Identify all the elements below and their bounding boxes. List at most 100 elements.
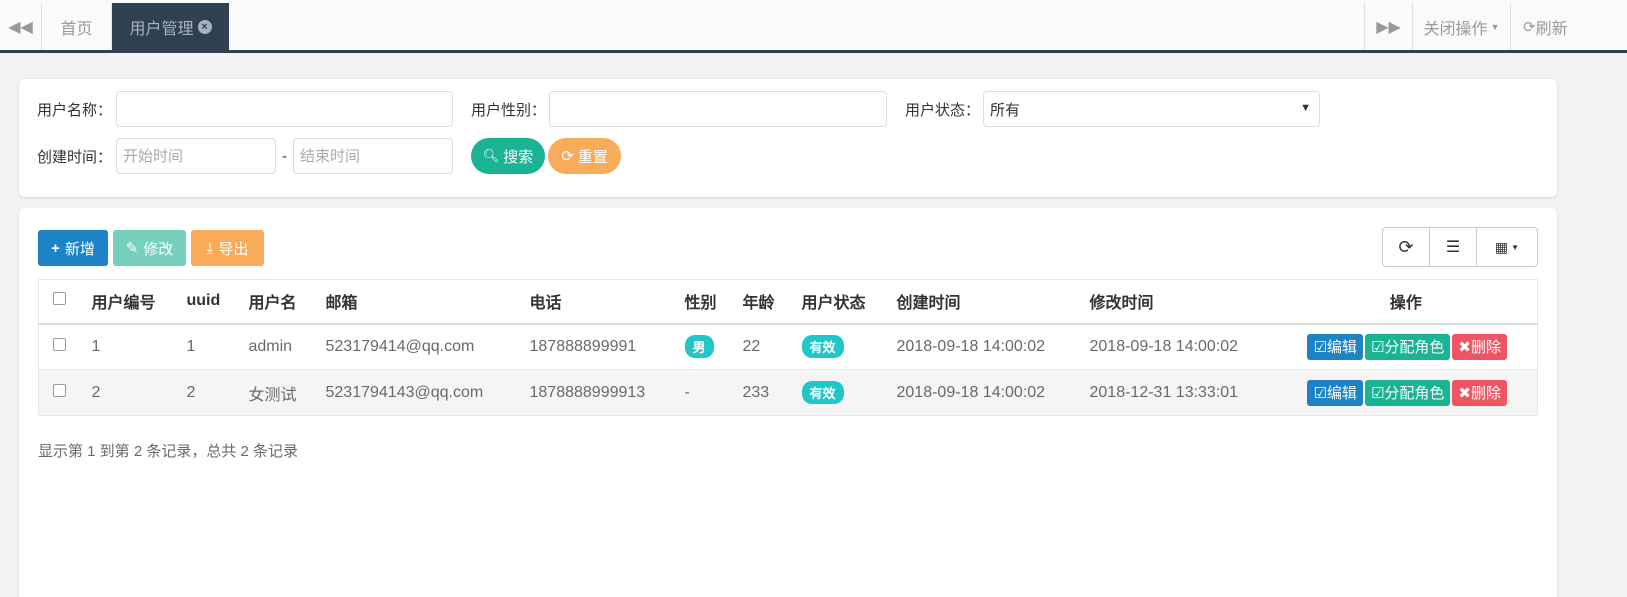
assign-role-button[interactable]: ☑ 分配角色 bbox=[1364, 333, 1451, 360]
refresh-icon: ⟳ bbox=[1398, 236, 1414, 257]
col-uuid[interactable]: uuid bbox=[178, 279, 241, 325]
row-checkbox[interactable] bbox=[53, 383, 66, 397]
refresh-icon: ⟳ bbox=[561, 148, 574, 165]
col-gender[interactable]: 性别 bbox=[676, 279, 735, 325]
end-time-input[interactable] bbox=[293, 138, 453, 174]
assign-role-button[interactable]: ☑ 分配角色 bbox=[1364, 379, 1451, 406]
row-delete-button[interactable]: ✖ 删除 bbox=[1452, 379, 1507, 406]
double-left-icon: ◀◀ bbox=[8, 18, 33, 36]
close-ops-label: 关闭操作 bbox=[1423, 20, 1488, 38]
col-age[interactable]: 年龄 bbox=[734, 279, 794, 325]
toggle-view-button[interactable]: ☰ bbox=[1430, 228, 1477, 266]
created-label: 创建时间： bbox=[37, 149, 113, 166]
caret-down-icon: ▼ bbox=[1490, 21, 1500, 32]
cell-status: 有效 bbox=[793, 323, 889, 370]
cell-email: 5231794143@qq.com bbox=[317, 369, 522, 416]
assign-role-label: 分配角色 bbox=[1384, 339, 1445, 357]
cell-modified: 2018-12-31 13:33:01 bbox=[1081, 369, 1275, 416]
cell-actions: ☑ 编辑 ☑ 分配角色 ✖ 删除 bbox=[1274, 369, 1538, 416]
cell-phone: 187888899991 bbox=[521, 323, 677, 370]
row-edit-label: 编辑 bbox=[1326, 339, 1357, 357]
col-modified[interactable]: 修改时间 bbox=[1081, 279, 1275, 325]
scroll-left-button[interactable]: ◀◀ bbox=[0, 3, 42, 50]
add-label: 新增 bbox=[64, 240, 95, 258]
col-phone[interactable]: 电话 bbox=[521, 279, 677, 325]
refresh-table-button[interactable]: ⟳ bbox=[1383, 228, 1430, 266]
status-select[interactable]: 所有 ▼ bbox=[983, 91, 1320, 127]
cell-username: 女测试 bbox=[240, 369, 318, 416]
date-range-dash: - bbox=[282, 148, 287, 165]
table-tools: ⟳ ☰ ▦ ▼ bbox=[1382, 227, 1538, 267]
cell-actions: ☑ 编辑 ☑ 分配角色 ✖ 删除 bbox=[1274, 323, 1538, 370]
select-all-checkbox[interactable] bbox=[53, 292, 66, 306]
search-icon: 🔍︎ bbox=[482, 148, 500, 163]
remove-icon: ✖ bbox=[1458, 384, 1471, 402]
refresh-icon: ⟳ bbox=[1523, 18, 1536, 36]
edit-label: 修改 bbox=[143, 240, 174, 258]
tab-home[interactable]: 首页 bbox=[42, 3, 112, 50]
cell-id: 2 bbox=[83, 369, 179, 416]
cell-id: 1 bbox=[83, 323, 179, 370]
export-button[interactable]: ⤓ 导出 bbox=[191, 230, 264, 266]
tab-user-management[interactable]: 用户管理 × bbox=[112, 3, 229, 50]
cell-created: 2018-09-18 14:00:02 bbox=[888, 369, 1082, 416]
export-label: 导出 bbox=[218, 240, 249, 258]
table-panel: + 新增 ✎ 修改 ⤓ 导出 ⟳ ☰ ▦ ▼ 用户编号 uuid 用户名 邮箱 电… bbox=[19, 208, 1557, 597]
col-id[interactable]: 用户编号 bbox=[83, 279, 179, 325]
caret-down-icon: ▼ bbox=[1511, 242, 1520, 252]
cell-email: 523179414@qq.com bbox=[317, 323, 522, 370]
check-square-icon: ☑ bbox=[1370, 384, 1385, 402]
row-checkbox[interactable] bbox=[53, 337, 66, 351]
start-time-input[interactable] bbox=[116, 138, 276, 174]
row-select-cell bbox=[38, 323, 84, 370]
refresh-label: 刷新 bbox=[1535, 20, 1568, 38]
search-button[interactable]: 🔍︎ 搜索 bbox=[471, 138, 545, 174]
double-right-icon: ▶▶ bbox=[1376, 18, 1401, 36]
caret-down-icon: ▼ bbox=[1300, 102, 1311, 114]
list-icon: ☰ bbox=[1445, 239, 1461, 256]
cell-modified: 2018-09-18 14:00:02 bbox=[1081, 323, 1275, 370]
assign-role-label: 分配角色 bbox=[1384, 385, 1445, 402]
row-delete-label: 删除 bbox=[1470, 385, 1501, 402]
edit-icon: ✎ bbox=[125, 240, 139, 257]
check-square-icon: ☑ bbox=[1370, 338, 1385, 356]
columns-button[interactable]: ▦ ▼ bbox=[1477, 228, 1537, 266]
col-created[interactable]: 创建时间 bbox=[888, 279, 1082, 325]
scroll-right-button[interactable]: ▶▶ bbox=[1364, 3, 1412, 50]
gender-input[interactable] bbox=[549, 91, 887, 127]
gender-badge: 男 bbox=[684, 335, 714, 359]
row-edit-button[interactable]: ☑ 编辑 bbox=[1307, 379, 1363, 406]
row-edit-button[interactable]: ☑ 编辑 bbox=[1307, 333, 1363, 360]
cell-created: 2018-09-18 14:00:02 bbox=[888, 323, 1082, 370]
col-email[interactable]: 邮箱 bbox=[317, 279, 522, 325]
status-badge: 有效 bbox=[801, 381, 844, 404]
row-delete-label: 删除 bbox=[1470, 339, 1501, 357]
pagination-summary: 显示第 1 到第 2 条记录，总共 2 条记录 bbox=[38, 443, 299, 460]
cell-status: 有效 bbox=[793, 369, 889, 416]
status-value: 所有 bbox=[990, 101, 1021, 119]
status-badge: 有效 bbox=[801, 335, 844, 359]
close-icon[interactable]: × bbox=[197, 19, 212, 34]
col-actions: 操作 bbox=[1274, 279, 1538, 325]
grid-icon: ▦ bbox=[1494, 238, 1509, 255]
remove-icon: ✖ bbox=[1458, 338, 1471, 356]
search-label: 搜索 bbox=[503, 148, 534, 166]
cell-age: 22 bbox=[734, 323, 794, 370]
col-status[interactable]: 用户状态 bbox=[793, 279, 889, 325]
row-edit-label: 编辑 bbox=[1326, 385, 1357, 402]
cell-gender: - bbox=[676, 369, 735, 416]
username-input[interactable] bbox=[116, 91, 453, 127]
cell-username: admin bbox=[240, 323, 318, 370]
check-square-icon: ☑ bbox=[1313, 338, 1327, 356]
edit-button[interactable]: ✎ 修改 bbox=[113, 230, 186, 266]
add-button[interactable]: + 新增 bbox=[38, 230, 108, 266]
table-header-row: 用户编号 uuid 用户名 邮箱 电话 性别 年龄 用户状态 创建时间 修改时间… bbox=[38, 279, 1538, 325]
row-delete-button[interactable]: ✖ 删除 bbox=[1452, 333, 1507, 360]
close-ops-dropdown[interactable]: 关闭操作 ▼ bbox=[1412, 3, 1510, 50]
tab-label: 用户管理 bbox=[129, 20, 194, 38]
reset-button[interactable]: ⟳ 重置 bbox=[548, 138, 621, 174]
col-username[interactable]: 用户名 bbox=[240, 279, 318, 325]
gender-label: 用户性别： bbox=[471, 102, 547, 119]
refresh-tab-button[interactable]: ⟳ 刷新 bbox=[1510, 3, 1627, 50]
row-select-cell bbox=[38, 369, 84, 416]
